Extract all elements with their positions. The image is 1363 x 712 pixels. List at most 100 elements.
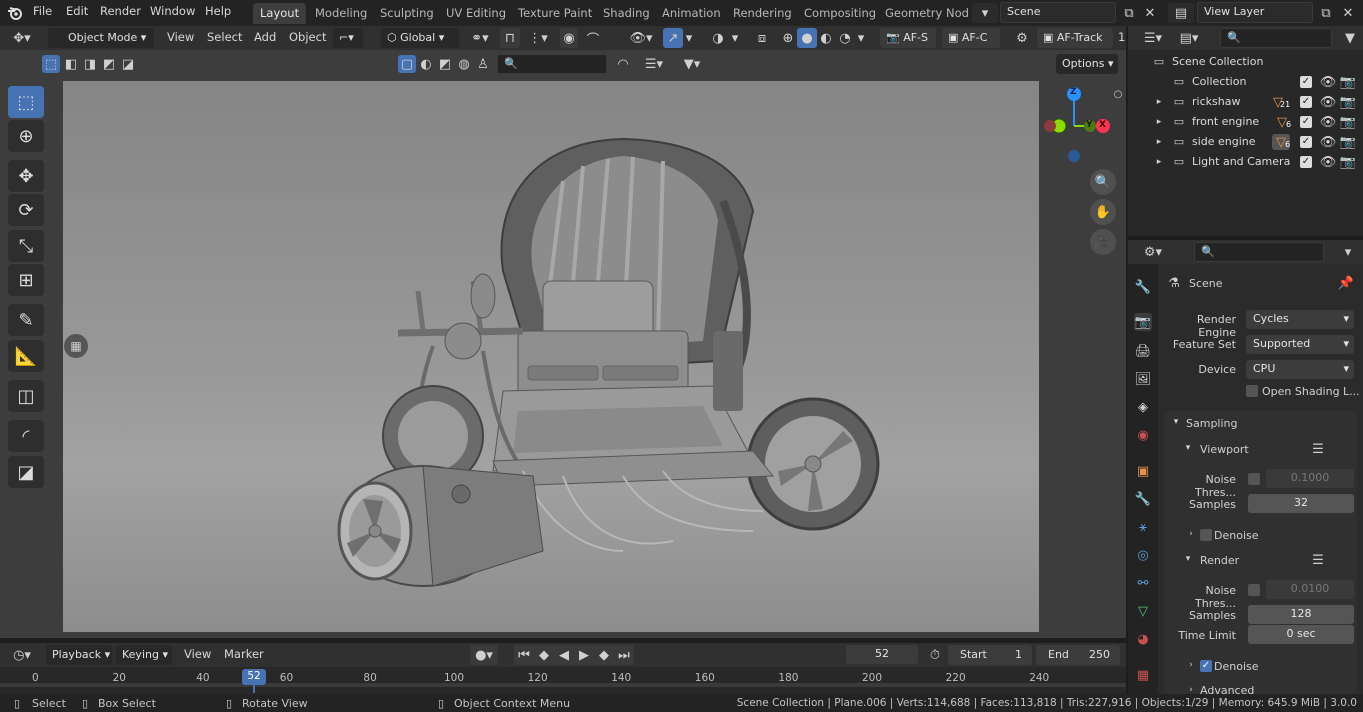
tool-cursor[interactable]: ⊕ [8,120,44,152]
tool-transform[interactable]: ⊞ [8,264,44,296]
menu-window[interactable]: Window [150,4,195,18]
render-engine-dropdown[interactable]: Cycles ▾ [1246,310,1354,329]
timeline-view-menu[interactable]: View [184,647,211,661]
exclude-checkbox[interactable]: ✓ [1300,116,1312,128]
sampling-header[interactable]: ▾ Sampling [1164,413,1357,433]
keying-menu[interactable]: Keying ▾ [116,645,172,665]
menu-help[interactable]: Help [205,4,231,18]
viewport-subpanel-header[interactable]: ▾ Viewport ☰ [1170,439,1357,459]
viewport-search-input[interactable]: 🔍 [497,54,607,74]
prev-keyframe-icon[interactable]: ◆ [534,645,554,665]
physics-properties-icon[interactable]: ◎ [1134,546,1152,564]
new-view-layer-icon[interactable]: ⧉ [1316,3,1336,23]
render-properties-icon[interactable]: 📷 [1134,313,1152,331]
outliner-row-light-camera[interactable]: ▸ ▭ Light and Camera ✓ 👁 📷 [1130,152,1358,172]
viewport-samples-field[interactable]: 32 [1248,494,1354,513]
record-keyframe-icon[interactable]: ●▾ [470,645,498,665]
presets-list-icon[interactable]: ☰ [1310,441,1326,457]
camera-view-icon[interactable]: 🎥 [1090,229,1116,255]
expand-arrow-icon[interactable]: ▸ [1154,115,1164,129]
overlay-toggle-icon[interactable]: ◑ [708,28,728,48]
filter-globe-icon[interactable]: ◍ [455,55,473,73]
falloff-icon[interactable]: ⌒ [580,28,606,48]
new-scene-icon[interactable]: ⧉ [1119,3,1139,23]
delete-view-layer-icon[interactable]: ✕ [1339,3,1357,23]
tool-measure[interactable]: 📐 [8,340,44,372]
pan-hand-icon[interactable]: ✋ [1090,199,1116,225]
display-filter-icon[interactable]: ▤▾ [1174,28,1204,48]
play-reverse-icon[interactable]: ◀ [554,645,574,665]
outliner-scene-collection[interactable]: ▭ Scene Collection [1130,52,1358,72]
device-dropdown[interactable]: CPU ▾ [1246,360,1354,379]
visibility-dropdown-icon[interactable]: 👁▾ [625,28,657,48]
gizmo-toggle-icon[interactable]: ↗ [663,28,683,48]
solid-shading-icon[interactable]: ● [797,28,817,48]
display-mode-icon[interactable]: ☰▾ [638,55,670,73]
camera-render-icon[interactable]: 📷 [1340,94,1356,110]
viewport-canvas[interactable] [63,81,1039,632]
viewport-noise-field[interactable]: 0.1000 [1266,469,1354,488]
menu-file[interactable]: File [33,4,52,18]
eye-icon[interactable]: 👁 [1320,114,1337,130]
outliner-row-collection[interactable]: ▭ Collection ✓ 👁 📷 [1130,72,1358,92]
camera-overlay-icon[interactable]: ▦ [64,334,88,358]
tab-layout[interactable]: Layout [253,3,307,24]
camera-focus-icon[interactable]: ⚙ [1012,28,1032,48]
next-keyframe-icon[interactable]: ◆ [594,645,614,665]
outliner-editor-icon[interactable]: ☰▾ [1138,28,1168,48]
exclude-checkbox[interactable]: ✓ [1300,76,1312,88]
menu-render[interactable]: Render [100,4,141,18]
navigation-gizmo[interactable]: Z Y X [1040,86,1120,171]
menu-select[interactable]: Select [207,30,242,44]
camera-render-icon[interactable]: 📷 [1340,114,1356,130]
af-track-button[interactable]: ▣ AF-Track [1037,28,1113,48]
asset-toggle-icon[interactable]: ◠ [614,55,632,73]
output-properties-icon[interactable]: 🖨 [1134,342,1152,360]
select-subtract-icon[interactable]: ◨ [81,55,99,73]
rendered-shading-icon[interactable]: ◔ [835,28,855,48]
overlay-dropdown-icon[interactable]: ▾ [730,28,740,48]
tool-settings-icon[interactable]: 🔧 [1134,278,1152,296]
end-frame-field[interactable]: End 250 [1036,645,1120,665]
render-subpanel-header[interactable]: ▾ Render ☰ [1170,550,1357,570]
tool-select-box[interactable]: ⬚ [8,86,44,118]
render-denoise-row[interactable]: › ✓ Denoise [1170,656,1357,676]
playback-menu[interactable]: Playback ▾ [46,645,112,665]
viewport-area[interactable]: ○ ⬚ ⊕ ✥ ⟳ ⤡ ⊞ ✎ 📐 ◫ ◜ ◪ ▦ Z Y X 🔍 ✋ 🎥 [0,78,1126,638]
playhead-marker[interactable]: 52 [242,669,266,685]
data-properties-icon[interactable]: ▽ [1134,602,1152,620]
properties-search-input[interactable]: 🔍 [1194,242,1324,262]
feature-set-dropdown[interactable]: Supported ▾ [1246,335,1354,354]
tab-uv-editing[interactable]: UV Editing [439,3,513,24]
expand-arrow-icon[interactable]: ▸ [1154,155,1164,169]
scene-properties-icon[interactable]: ◈ [1134,398,1152,416]
outliner-row-rickshaw[interactable]: ▸ ▭ rickshaw ▽ 21 ✓ 👁 📷 [1130,92,1358,112]
select-extend-icon[interactable]: ◧ [62,55,80,73]
tab-texture-paint[interactable]: Texture Paint [511,3,599,24]
texture-properties-icon[interactable]: ▦ [1134,666,1152,684]
outliner-search-input[interactable]: 🔍 [1220,28,1332,48]
tool-annotate[interactable]: ✎ [8,304,44,336]
play-icon[interactable]: ▶ [574,645,594,665]
render-samples-field[interactable]: 128 [1248,605,1354,624]
object-properties-icon[interactable]: ▣ [1134,462,1152,480]
menu-view[interactable]: View [167,30,194,44]
viewport-noise-checkbox[interactable] [1248,473,1260,485]
jump-start-icon[interactable]: ⏮ [514,645,534,665]
tab-compositing[interactable]: Compositing [797,3,883,24]
current-frame-field[interactable]: 52 [846,645,918,664]
expand-arrow-icon[interactable]: ▸ [1154,135,1164,149]
material-properties-icon[interactable]: ◕ [1134,630,1152,648]
eye-icon[interactable]: 👁 [1320,134,1337,150]
delete-scene-icon[interactable]: ✕ [1141,3,1159,23]
eye-icon[interactable]: 👁 [1320,74,1337,90]
menu-edit[interactable]: Edit [66,4,88,18]
viewport-denoise-checkbox[interactable] [1200,529,1212,541]
view-layer-properties-icon[interactable]: 🖼 [1134,370,1152,388]
modifier-properties-icon[interactable]: 🔧 [1134,490,1152,508]
viewport-denoise-row[interactable]: › Denoise [1170,525,1357,545]
tab-animation[interactable]: Animation [655,3,728,24]
properties-editor-icon[interactable]: ⚙▾ [1138,242,1168,262]
view-layer-field[interactable]: View Layer [1197,2,1313,23]
tab-rendering[interactable]: Rendering [726,3,799,24]
